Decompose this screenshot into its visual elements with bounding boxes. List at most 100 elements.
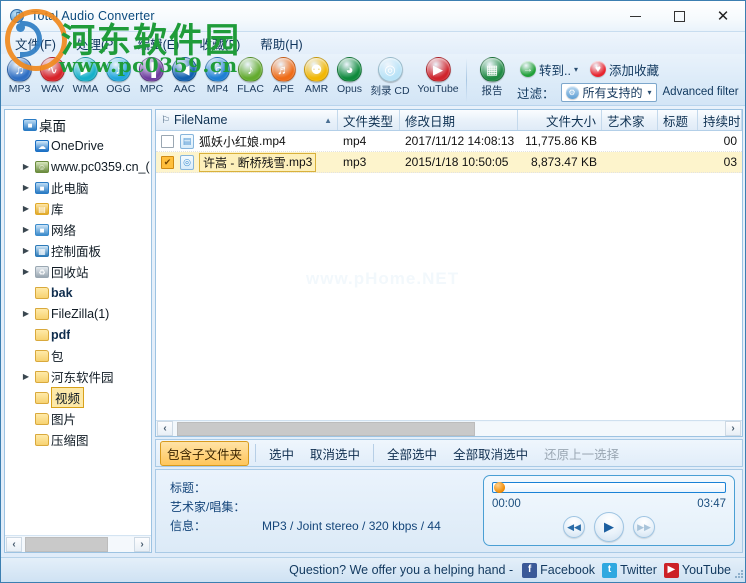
column-header-0[interactable]: ⚐ FileName ▲	[156, 110, 338, 130]
format-button-ape[interactable]: ♬ APE	[267, 56, 300, 95]
folder-icon	[33, 307, 51, 320]
tree-item-3[interactable]: ▶ ■ 此电脑	[5, 177, 151, 198]
scroll-right-icon[interactable]: ›	[725, 421, 741, 436]
tree-item-1[interactable]: ☁ OneDrive	[5, 135, 151, 156]
format-button-youtube[interactable]: ▶ YouTube	[414, 56, 462, 95]
menu-item-file[interactable]: 文件(F)	[5, 32, 66, 55]
player-panel: 标题： 艺术家/唱集： 信息： MP3 / Joint stereo / 320 kb…	[155, 469, 743, 553]
expander-triangle-icon[interactable]: ▶	[19, 225, 33, 234]
folder-tree: ■ 桌面 ☁ OneDrive ▶ ☺ www.pc0359.cn_(▶ ■ 此电脑 ▶ ▤ 库 ▶ ■…	[5, 110, 151, 535]
column-header-6[interactable]: 持续时	[698, 110, 742, 130]
expander-triangle-icon[interactable]: ▶	[19, 183, 33, 192]
scrollbar-thumb[interactable]	[177, 421, 476, 436]
column-header-2[interactable]: 修改日期	[400, 110, 518, 130]
column-header-label: 文件类型	[343, 114, 394, 129]
format-button-wma[interactable]: ▶ WMA	[69, 56, 102, 95]
menu-item-process[interactable]: 处理(P)	[66, 32, 128, 55]
selection-button-1[interactable]: 选中	[262, 441, 301, 466]
expander-triangle-icon[interactable]: ▶	[19, 162, 33, 171]
forward-button[interactable]: ▶▶	[633, 516, 655, 538]
social-link-youtube[interactable]: ▶ YouTube	[663, 562, 731, 578]
social-link-facebook[interactable]: f Facebook	[522, 562, 595, 578]
scroll-left-icon[interactable]: ‹	[6, 536, 22, 552]
scrollbar-track[interactable]	[22, 536, 134, 552]
tree-item-label: 图片	[51, 413, 77, 427]
filter-select[interactable]: ⚙ 所有支持的 ▾	[560, 82, 657, 102]
cell-duration: 03	[723, 155, 737, 169]
tree-item-11[interactable]: 包	[5, 345, 151, 366]
youtube-icon: ▶	[663, 562, 679, 578]
scroll-right-icon[interactable]: ›	[134, 536, 150, 552]
expander-triangle-icon[interactable]: ▶	[19, 246, 33, 255]
row-checkbox[interactable]	[161, 134, 174, 148]
tree-item-15[interactable]: 压缩图	[5, 429, 151, 450]
row-checkbox[interactable]	[161, 155, 174, 169]
control-panel-icon: ▦	[33, 244, 51, 257]
tree-item-12[interactable]: ▶ 河东软件园	[5, 366, 151, 387]
table-row[interactable]: ▤ 狐妖小红娘 .mp4 mp4 2017/11/12 14:08:13 11,775.8…	[156, 131, 742, 152]
seek-slider[interactable]	[492, 482, 726, 493]
format-button-ogg[interactable]: ♪ OGG	[102, 56, 135, 95]
goto-button[interactable]: → 转到.. ▾	[517, 59, 581, 80]
folder-icon	[33, 370, 51, 383]
column-header-label: 艺术家	[607, 114, 645, 129]
expander-triangle-icon[interactable]: ▶	[19, 204, 33, 213]
scroll-left-icon[interactable]: ‹	[157, 421, 173, 436]
close-button[interactable]: ✕	[701, 1, 745, 32]
menu-item-edit[interactable]: 编辑(E)	[128, 32, 190, 55]
tree-item-14[interactable]: 图片	[5, 408, 151, 429]
tree-item-13[interactable]: 视频	[5, 387, 151, 408]
sidebar-horizontal-scrollbar[interactable]: ‹ ›	[5, 535, 151, 552]
report-button[interactable]: ▦ 报告	[471, 56, 513, 98]
add-favorite-button[interactable]: ♥ 添加收藏	[587, 59, 662, 80]
column-header-3[interactable]: 文件大小	[518, 110, 602, 130]
social-link-twitter[interactable]: t Twitter	[602, 562, 657, 578]
format-button-mpc[interactable]: ▐ MPC	[135, 56, 168, 95]
column-header-4[interactable]: 艺术家	[602, 110, 658, 130]
selection-button-3[interactable]: 全部选中	[380, 441, 444, 466]
selection-button-2[interactable]: 取消选中	[303, 441, 367, 466]
seek-thumb[interactable]	[494, 482, 505, 493]
expander-triangle-icon[interactable]: ▶	[19, 372, 33, 381]
format-button-mp4[interactable]: ♫ MP4	[201, 56, 234, 95]
tree-item-0[interactable]: ■ 桌面	[5, 114, 151, 135]
advanced-filter-link[interactable]: Advanced filter	[663, 86, 739, 98]
tree-item-8[interactable]: bak	[5, 282, 151, 303]
selection-button-4[interactable]: 全部取消选中	[446, 441, 535, 466]
file-base-name: 许嵩 - 断桥残雪	[203, 155, 286, 170]
format-button-wav[interactable]: ∿ WAV	[36, 56, 69, 95]
menu-item-favorite[interactable]: 收藏(F)	[189, 32, 250, 55]
column-header-1[interactable]: 文件类型	[338, 110, 400, 130]
maximize-button[interactable]	[657, 1, 701, 32]
minimize-button[interactable]	[613, 1, 657, 32]
scrollbar-thumb[interactable]	[25, 536, 108, 552]
track-metadata: 标题： 艺术家/唱集： 信息： MP3 / Joint stereo / 320 kb…	[156, 470, 483, 552]
tree-item-6[interactable]: ▶ ▦ 控制面板	[5, 240, 151, 261]
tree-item-5[interactable]: ▶ ■ 网络	[5, 219, 151, 240]
menu-item-help[interactable]: 帮助(H)	[250, 32, 312, 55]
tree-item-10[interactable]: pdf	[5, 324, 151, 345]
format-button-amr[interactable]: ⚉ AMR	[300, 56, 333, 95]
pin-icon[interactable]: ⚐	[161, 115, 170, 126]
selection-button-0[interactable]: 包含子文件夹	[160, 440, 250, 466]
column-header-label: 持续时	[703, 114, 741, 129]
table-row[interactable]: ◎ 许嵩 - 断桥残雪.mp3 mp3 2015/1/18 10:50:05 8,873…	[156, 152, 742, 173]
format-button-aac[interactable]: ◀ AAC	[168, 56, 201, 95]
tree-item-9[interactable]: ▶ FileZilla(1)	[5, 303, 151, 324]
scrollbar-track[interactable]	[173, 421, 725, 436]
tree-item-7[interactable]: ▶ ♻ 回收站	[5, 261, 151, 282]
resize-grip[interactable]	[733, 568, 745, 580]
tree-item-label: 视频	[51, 387, 85, 408]
format-button-flac[interactable]: ♪ FLAC	[234, 56, 267, 95]
tree-item-4[interactable]: ▶ ▤ 库	[5, 198, 151, 219]
expander-triangle-icon[interactable]: ▶	[19, 309, 33, 318]
column-header-5[interactable]: 标题	[658, 110, 698, 130]
tree-item-2[interactable]: ▶ ☺ www.pc0359.cn_(	[5, 156, 151, 177]
expander-triangle-icon[interactable]: ▶	[19, 267, 33, 276]
format-button-刻录-cd[interactable]: ◎ 刻录 CD	[366, 56, 414, 98]
play-button[interactable]: ▶	[594, 512, 624, 542]
file-list-horizontal-scrollbar[interactable]: ‹ ›	[156, 420, 742, 436]
format-button-mp3[interactable]: ♫ MP3	[3, 56, 36, 95]
format-button-opus[interactable]: ◕ Opus	[333, 56, 366, 95]
rewind-button[interactable]: ◀◀	[563, 516, 585, 538]
